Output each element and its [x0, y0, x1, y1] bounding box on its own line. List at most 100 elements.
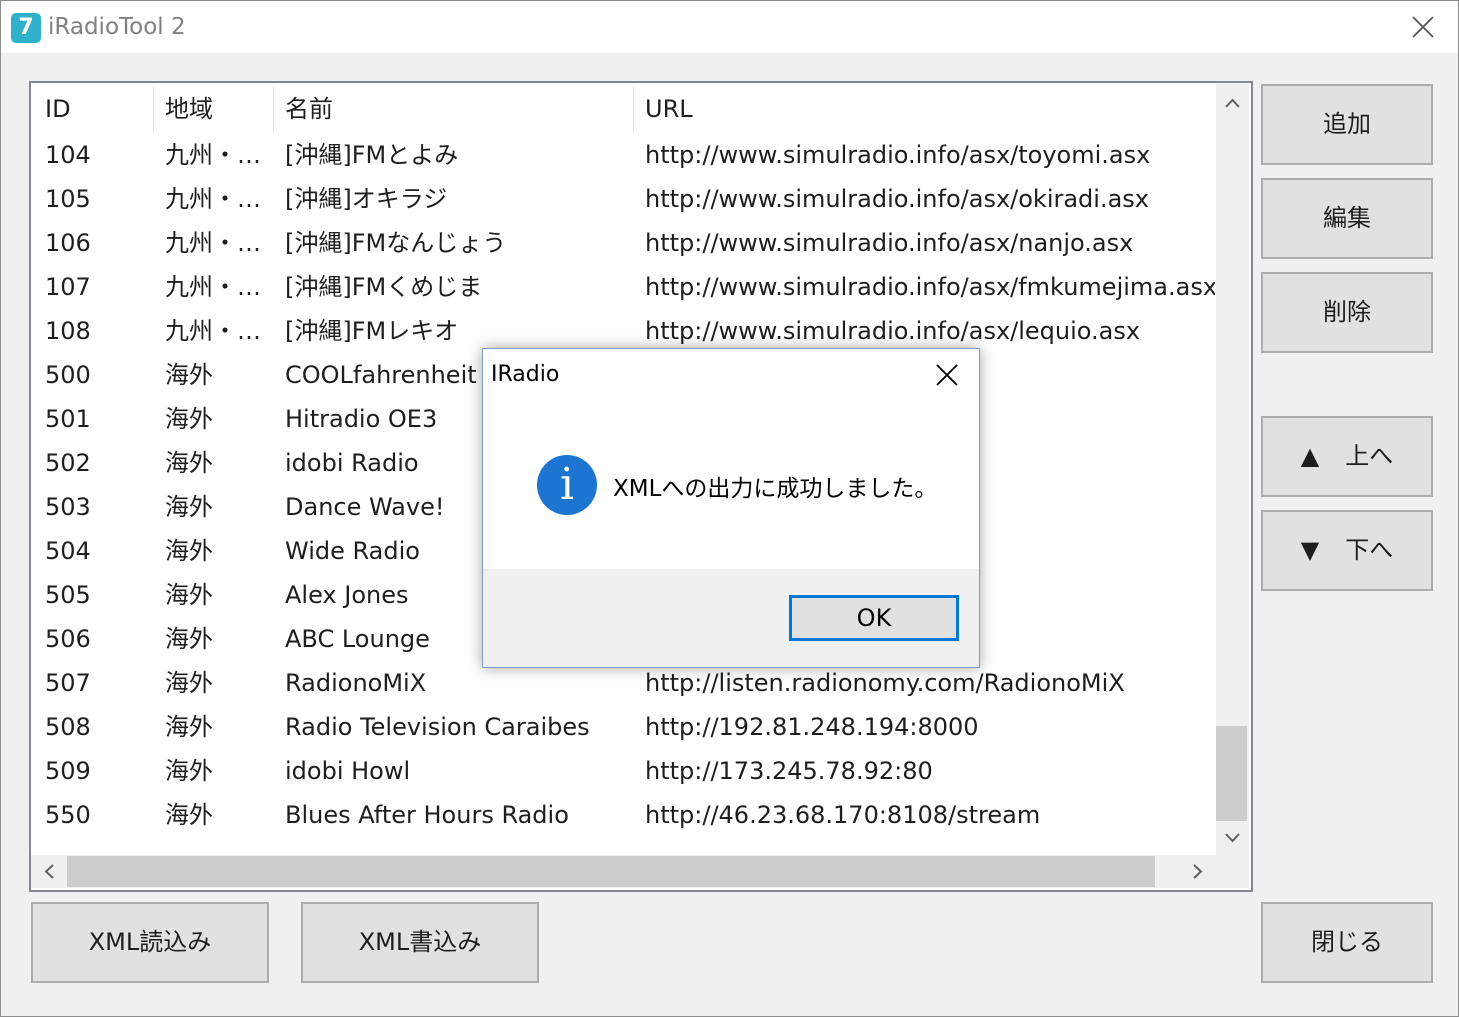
close-button-label: 閉じる: [1311, 928, 1383, 956]
row-url: http://www.simulradio.info/asx/fmkumejim…: [645, 273, 1215, 301]
row-region: 九州・…: [165, 141, 261, 169]
row-name: [沖縄]FMレキオ: [285, 317, 459, 345]
row-url: http://www.simulradio.info/asx/toyomi.as…: [645, 141, 1151, 169]
title-bar: 7 iRadioTool 2: [1, 1, 1458, 53]
scroll-left-button[interactable]: [33, 855, 66, 888]
row-url: http://www.simulradio.info/asx/okiradi.a…: [645, 185, 1149, 213]
move-down-button[interactable]: ▼ 下へ: [1261, 510, 1433, 591]
row-name: Blues After Hours Radio: [285, 801, 569, 829]
row-id: 105: [45, 185, 91, 213]
row-id: 509: [45, 757, 91, 785]
row-region: 九州・…: [165, 185, 261, 213]
row-name: [沖縄]FMとよみ: [285, 141, 459, 169]
xml-write-label: XML書込み: [358, 928, 482, 956]
row-id: 503: [45, 493, 91, 521]
row-id: 104: [45, 141, 91, 169]
row-id: 108: [45, 317, 91, 345]
window-title: iRadioTool 2: [48, 14, 186, 40]
row-name: [沖縄]オキラジ: [285, 185, 448, 213]
delete-button[interactable]: 削除: [1261, 272, 1433, 353]
delete-button-label: 削除: [1323, 298, 1371, 326]
row-region: 海外: [165, 713, 213, 741]
row-id: 505: [45, 581, 91, 609]
horizontal-scrollbar[interactable]: [31, 855, 1216, 888]
row-region: 海外: [165, 493, 213, 521]
row-id: 500: [45, 361, 91, 389]
close-button[interactable]: 閉じる: [1261, 902, 1433, 983]
row-region: 海外: [165, 361, 213, 389]
table-row[interactable]: 107 九州・… [沖縄]FMくめじま http://www.simulradio.i…: [31, 265, 1216, 309]
table-row[interactable]: 104 九州・… [沖縄]FMとよみ http://www.simulradio.in…: [31, 133, 1216, 177]
row-name: [沖縄]FMなんじょう: [285, 229, 507, 257]
row-name: [沖縄]FMくめじま: [285, 273, 483, 301]
chevron-left-icon: [44, 864, 54, 879]
xml-write-button[interactable]: XML書込み: [301, 902, 539, 983]
row-region: 九州・…: [165, 317, 261, 345]
move-up-label: 上へ: [1345, 442, 1394, 470]
column-separator[interactable]: [633, 87, 634, 133]
table-row[interactable]: 550 海外 Blues After Hours Radio http://46.23…: [31, 793, 1216, 837]
row-url: http://www.simulradio.info/asx/lequio.as…: [645, 317, 1141, 345]
vertical-scrollbar[interactable]: [1216, 83, 1249, 858]
row-name: Radio Television Caraibes: [285, 713, 590, 741]
table-row[interactable]: 106 九州・… [沖縄]FMなんじょう http://www.simulradio.…: [31, 221, 1216, 265]
row-region: 海外: [165, 625, 213, 653]
scroll-right-button[interactable]: [1181, 855, 1214, 888]
scroll-down-button[interactable]: [1216, 821, 1249, 854]
row-region: 海外: [165, 449, 213, 477]
horizontal-scroll-thumb[interactable]: [67, 856, 1155, 887]
row-region: 海外: [165, 757, 213, 785]
row-name: idobi Howl: [285, 757, 411, 785]
info-icon: i: [537, 455, 597, 515]
row-url: http://46.23.68.170:8108/stream: [645, 801, 1041, 829]
dialog-close-button[interactable]: [927, 357, 967, 393]
vertical-scroll-thumb[interactable]: [1216, 726, 1247, 821]
app-icon: 7: [11, 13, 41, 43]
chevron-right-icon: [1193, 864, 1203, 879]
row-region: 海外: [165, 801, 213, 829]
close-icon: [1412, 16, 1434, 38]
row-region: 海外: [165, 581, 213, 609]
column-separator[interactable]: [273, 87, 274, 133]
column-separator[interactable]: [153, 87, 154, 133]
row-region: 海外: [165, 405, 213, 433]
add-button-label: 追加: [1323, 110, 1371, 138]
scroll-up-button[interactable]: [1216, 87, 1249, 120]
row-id: 507: [45, 669, 91, 697]
column-header-region[interactable]: 地域: [165, 83, 213, 133]
row-region: 海外: [165, 669, 213, 697]
column-header-url[interactable]: URL: [645, 83, 693, 133]
table-row[interactable]: 105 九州・… [沖縄]オキラジ http://www.simulradio.inf…: [31, 177, 1216, 221]
table-row[interactable]: 108 九州・… [沖縄]FMレキオ http://www.simulradio.in…: [31, 309, 1216, 353]
row-id: 502: [45, 449, 91, 477]
edit-button[interactable]: 編集: [1261, 178, 1433, 259]
row-region: 海外: [165, 537, 213, 565]
move-down-label: 下へ: [1345, 536, 1394, 564]
column-header-name[interactable]: 名前: [285, 83, 333, 133]
row-id: 501: [45, 405, 91, 433]
xml-read-label: XML読込み: [88, 928, 212, 956]
chevron-down-icon: [1225, 833, 1240, 843]
scroll-corner: [1216, 855, 1249, 888]
row-url: http://www.simulradio.info/asx/nanjo.asx: [645, 229, 1134, 257]
message-dialog: IRadio i XMLへの出力に成功しました。 OK: [482, 348, 980, 668]
table-row[interactable]: 509 海外 idobi Howl http://173.245.78.92:80: [31, 749, 1216, 793]
row-id: 508: [45, 713, 91, 741]
close-icon: [936, 364, 958, 386]
row-id: 550: [45, 801, 91, 829]
triangle-down-icon: ▼: [1300, 536, 1320, 564]
move-up-button[interactable]: ▲ 上へ: [1261, 416, 1433, 497]
row-id: 506: [45, 625, 91, 653]
ok-button[interactable]: OK: [789, 595, 959, 641]
xml-read-button[interactable]: XML読込み: [31, 902, 269, 983]
column-header-id[interactable]: ID: [45, 83, 71, 133]
edit-button-label: 編集: [1323, 204, 1371, 232]
row-id: 106: [45, 229, 91, 257]
row-url: http://192.81.248.194:8000: [645, 713, 979, 741]
dialog-title: IRadio: [491, 362, 560, 387]
window-close-button[interactable]: [1400, 7, 1444, 47]
table-row[interactable]: 508 海外 Radio Television Caraibes http://192…: [31, 705, 1216, 749]
dialog-message: XMLへの出力に成功しました。: [613, 476, 938, 502]
row-region: 九州・…: [165, 229, 261, 257]
add-button[interactable]: 追加: [1261, 84, 1433, 165]
